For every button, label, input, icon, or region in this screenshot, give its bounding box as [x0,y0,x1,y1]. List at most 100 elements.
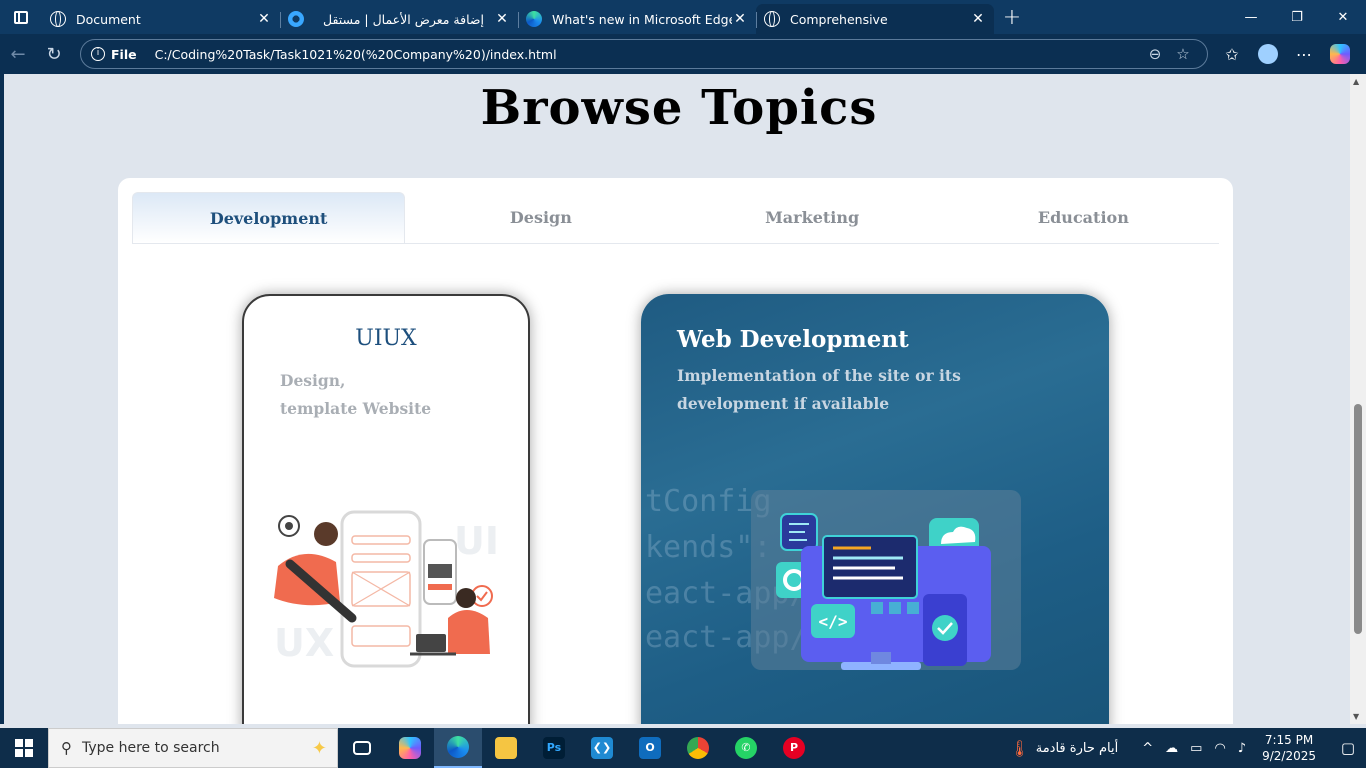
windows-logo-icon [15,739,33,757]
minimize-button[interactable]: — [1228,0,1274,34]
card-title: Web Development [677,326,909,353]
mostaql-icon [288,11,304,27]
browser-tab-document[interactable]: Document ✕ [42,4,280,34]
volume-icon[interactable]: ♪ [1238,741,1246,756]
url-text[interactable]: C:/Coding%20Task/Task1021%20(%20Company%… [155,47,1141,62]
edge-icon [526,11,542,27]
clock[interactable]: 7:15 PM 9/2/2025 [1262,732,1316,764]
tab-design[interactable]: Design [405,192,676,243]
profile-avatar[interactable] [1258,44,1278,64]
globe-icon [50,11,66,27]
tab-title: What's new in Microsoft Edge [552,11,732,27]
tab-education[interactable]: Education [948,192,1219,243]
time-text: 7:15 PM [1264,733,1314,747]
date-text: 9/2/2025 [1262,749,1316,763]
copilot-icon[interactable] [1330,44,1350,64]
whatsapp-button[interactable]: ✆ [722,728,770,768]
thermometer-icon: 🌡 [1009,738,1030,758]
scroll-down-icon[interactable]: ▼ [1353,712,1359,721]
browser-tab-comprehensive[interactable]: Comprehensive ✕ [756,4,994,34]
pinterest-button[interactable]: P [770,728,818,768]
svg-text:UX: UX [274,621,334,665]
web-development-illustration: </> [751,490,1021,670]
card-description: Implementation of the site or its develo… [677,366,961,413]
tab-marketing[interactable]: Marketing [677,192,948,243]
outlook-button[interactable]: O [626,728,674,768]
card-description-line: Design, [280,371,346,390]
more-menu-icon[interactable]: ⋯ [1286,45,1322,64]
info-icon[interactable]: i [91,47,105,61]
wifi-icon[interactable]: ◠ [1214,741,1225,756]
photoshop-icon: Ps [543,737,565,759]
svg-text:</>: </> [819,612,848,631]
notification-icon[interactable]: ▢ [1330,739,1366,757]
scheme-label: File [111,46,137,62]
weather-text[interactable]: أيام حارة قادمة [1036,741,1119,756]
restore-button[interactable]: ❐ [1274,0,1320,34]
topic-tabs: Development Design Marketing Education [132,192,1219,244]
close-tab-icon[interactable]: ✕ [732,11,748,27]
page-scrollbar[interactable]: ▲ ▼ [1350,74,1366,724]
battery-icon[interactable]: ▭ [1190,741,1202,756]
taskbar-search-box[interactable]: ⚲ Type here to search ✦ [48,728,338,768]
address-bar[interactable]: i File C:/Coding%20Task/Task1021%20(%20C… [80,39,1208,69]
web-development-card[interactable]: tConfig kends": eact-app/ eact-app/ Web … [641,294,1109,724]
tab-title: Comprehensive [790,11,888,27]
outlook-icon: O [639,737,661,759]
tab-actions-button[interactable] [0,0,42,34]
pinterest-icon: P [783,737,805,759]
uiux-card[interactable]: UIUX Design, template Website UI UX [242,294,530,724]
cloud-icon[interactable]: ☁ [1165,741,1178,756]
edge-taskbar-button[interactable] [434,728,482,768]
vscode-icon: ❮❯ [591,737,613,759]
copilot-icon [399,737,421,759]
close-tab-icon[interactable]: ✕ [970,11,986,27]
favorite-star-icon[interactable]: ☆ [1169,45,1197,63]
refresh-button[interactable]: ↻ [36,34,72,74]
whatsapp-icon: ✆ [735,737,757,759]
globe-icon [764,11,780,27]
system-tray: 🌡 أيام حارة قادمة ^ ☁ ▭ ◠ ♪ 7:15 PM 9/2/… [1009,728,1366,768]
tab-actions-icon [14,10,28,24]
card-description: Design, template Website [280,367,528,423]
photoshop-button[interactable]: Ps [530,728,578,768]
tab-title: إضافة معرض الأعمال | مستقل [323,11,484,27]
chrome-icon [687,737,709,759]
page-viewport: Browse Topics Development Design Marketi… [0,74,1366,724]
new-tab-button[interactable]: + [994,5,1030,30]
browser-tools: ✩ ⋯ [1214,44,1358,64]
close-tab-icon[interactable]: ✕ [494,11,510,27]
window-controls: — ❐ ✕ [1228,0,1366,34]
page-title: Browse Topics [480,80,878,136]
zoom-icon[interactable]: ⊖ [1141,45,1169,63]
close-tab-icon[interactable]: ✕ [256,11,272,27]
sparkle-icon: ✦ [311,737,327,759]
svg-text:UI: UI [454,519,499,563]
card-description-line: template Website [280,399,432,418]
topics-panel: Development Design Marketing Education U… [118,178,1233,724]
address-toolbar: ← ↻ i File C:/Coding%20Task/Task1021%20(… [0,34,1366,74]
task-view-button[interactable] [338,728,386,768]
start-button[interactable] [0,728,48,768]
browser-tab-strip: Document ✕ إضافة معرض الأعمال | مستقل ✕ … [0,0,1366,34]
task-view-icon [353,741,371,755]
back-button[interactable]: ← [0,34,36,74]
browser-tab-edge-news[interactable]: What's new in Microsoft Edge ✕ [518,4,756,34]
tray-overflow-icon[interactable]: ^ [1142,741,1153,756]
tab-title: Document [76,11,141,27]
chrome-button[interactable] [674,728,722,768]
copilot-taskbar-button[interactable] [386,728,434,768]
edge-icon [447,736,469,758]
folder-icon [495,737,517,759]
browser-tab-mostaql[interactable]: إضافة معرض الأعمال | مستقل ✕ [280,4,518,34]
scroll-up-icon[interactable]: ▲ [1353,77,1359,86]
windows-taskbar: ⚲ Type here to search ✦ Ps ❮❯ O ✆ P 🌡 أي… [0,728,1366,768]
scrollbar-thumb[interactable] [1354,404,1362,634]
vscode-button[interactable]: ❮❯ [578,728,626,768]
file-explorer-button[interactable] [482,728,530,768]
favorites-icon[interactable]: ✩ [1214,45,1250,64]
card-title: UIUX [355,326,417,351]
uiux-illustration: UI UX [274,510,499,668]
close-window-button[interactable]: ✕ [1320,0,1366,34]
tab-development[interactable]: Development [132,192,406,243]
